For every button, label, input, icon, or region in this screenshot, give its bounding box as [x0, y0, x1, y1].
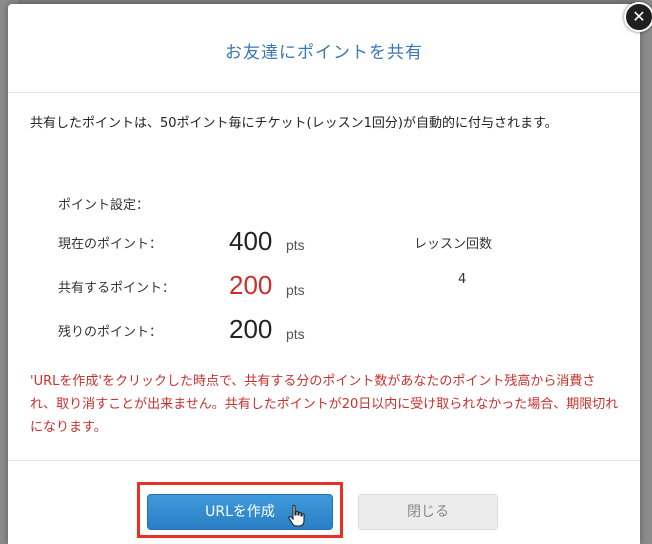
- current-points-value: 400: [229, 226, 273, 256]
- share-points-value: 200: [229, 270, 273, 300]
- current-points-unit: pts: [286, 237, 305, 253]
- current-points-label: 現在のポイント：: [58, 237, 163, 252]
- close-button[interactable]: 閉じる: [358, 494, 498, 530]
- warning-text: 'URLを作成'をクリックした時点で、共有する分のポイント数があなたのポイント残…: [30, 374, 619, 435]
- share-points-unit: pts: [286, 282, 305, 298]
- modal-title: お友達にポイントを共有: [225, 43, 423, 63]
- intro-text: 共有したポイントは、50ポイント毎にチケット(レッスン1回分)が自動的に付与され…: [30, 116, 558, 131]
- hand-cursor-icon: [288, 504, 305, 527]
- remaining-points-label: 残りのポイント：: [58, 325, 163, 340]
- lesson-count-label: レッスン回数: [414, 237, 493, 252]
- modal-header: お友達にポイントを共有: [8, 4, 640, 93]
- share-points-modal: お友達にポイントを共有 共有したポイントは、50ポイント毎にチケット(レッスン1…: [8, 4, 640, 544]
- remaining-points-unit: pts: [286, 326, 305, 342]
- remaining-points-value: 200: [229, 314, 273, 344]
- close-icon[interactable]: ✕: [624, 2, 652, 32]
- lesson-count-value: 4: [458, 272, 467, 287]
- points-settings-label: ポイント設定：: [58, 198, 150, 213]
- share-points-label: 共有するポイント：: [58, 281, 176, 296]
